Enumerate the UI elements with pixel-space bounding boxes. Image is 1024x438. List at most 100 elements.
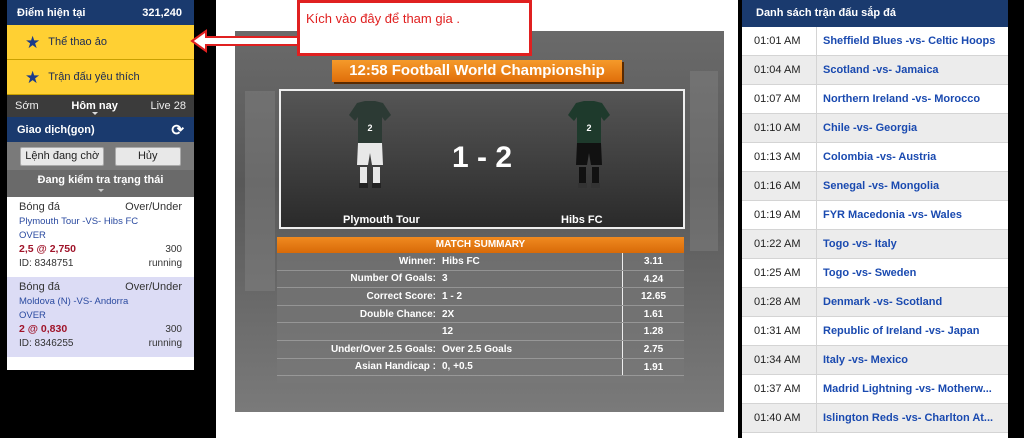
summary-row: Correct Score: 1 - 2 12.65 xyxy=(277,288,684,306)
match-link[interactable]: Northern Ireland -vs- Morocco xyxy=(816,85,1008,113)
star-icon: ★ xyxy=(25,67,41,87)
match-summary: MATCH SUMMARY Winner: Hibs FC 3.11 Number … xyxy=(277,237,684,383)
bet-sport: Bóng đá xyxy=(19,281,60,293)
summary-label: Number Of Goals: xyxy=(350,273,436,285)
upcoming-matches-list: 01:01 AM Sheffield Blues -vs- Celtic Hoop… xyxy=(742,27,1008,433)
tab-today[interactable]: Hôm nay xyxy=(71,100,118,115)
match-time: 01:31 AM xyxy=(754,325,801,337)
match-link[interactable]: Italy -vs- Mexico xyxy=(816,346,1008,374)
home-shirt-number: 2 xyxy=(367,123,372,133)
match-row[interactable]: 01:22 AM Togo -vs- Italy xyxy=(742,230,1008,259)
match-row[interactable]: 01:28 AM Denmark -vs- Scotland xyxy=(742,288,1008,317)
match-row[interactable]: 01:40 AM Islington Reds -vs- Charlton At.… xyxy=(742,404,1008,433)
background-building xyxy=(245,91,275,291)
summary-odds: 12.65 xyxy=(622,288,684,305)
match-link[interactable]: Togo -vs- Italy xyxy=(816,230,1008,258)
match-row[interactable]: 01:37 AM Madrid Lightning -vs- Motherw... xyxy=(742,375,1008,404)
match-link[interactable]: Senegal -vs- Mongolia xyxy=(816,172,1008,200)
match-link[interactable]: Colombia -vs- Austria xyxy=(816,143,1008,171)
join-callout[interactable]: Kích vào đây để tham gia . xyxy=(297,0,532,56)
time-tabs: Sớm Hôm nay Live 28 xyxy=(7,95,194,117)
bet-odds: 2 @ 0,830 xyxy=(19,323,68,335)
summary-odds: 4.24 xyxy=(622,270,684,288)
cancel-button[interactable]: Hủy xyxy=(114,146,181,166)
match-link[interactable]: FYR Macedonia -vs- Wales xyxy=(816,201,1008,229)
balance-bar: Điểm hiện tại 321,240 xyxy=(7,0,194,25)
summary-value: 3 xyxy=(442,273,448,285)
favorite-matches-link[interactable]: ★ Trận đấu yêu thích xyxy=(7,60,194,95)
match-row[interactable]: 01:01 AM Sheffield Blues -vs- Celtic Hoop… xyxy=(742,27,1008,56)
bet-line: 2,5 xyxy=(19,243,34,255)
game-viewport[interactable]: 12:58 Football World Championship 2 2 1 … xyxy=(235,31,724,412)
match-time: 01:07 AM xyxy=(754,93,801,105)
background-building xyxy=(690,71,718,251)
bet-match: Plymouth Tour -VS- Hibs FC xyxy=(19,215,139,227)
match-time: 01:01 AM xyxy=(754,35,801,47)
match-link[interactable]: Togo -vs- Sweden xyxy=(816,259,1008,287)
balance-label: Điểm hiện tại xyxy=(17,6,86,19)
trade-buttons: Lệnh đang chờ Hủy xyxy=(7,142,194,170)
match-row[interactable]: 01:16 AM Senegal -vs- Mongolia xyxy=(742,172,1008,201)
match-link[interactable]: Chile -vs- Georgia xyxy=(816,114,1008,142)
summary-odds: 1.91 xyxy=(622,358,684,376)
bet-price: 0,830 xyxy=(40,323,68,335)
summary-value: 12 xyxy=(442,326,454,338)
summary-row: Winner: Hibs FC 3.11 xyxy=(277,253,684,271)
favorite-matches-label: Trận đấu yêu thích xyxy=(48,71,140,83)
match-time: 01:04 AM xyxy=(754,64,801,76)
match-row[interactable]: 01:07 AM Northern Ireland -vs- Morocco xyxy=(742,85,1008,114)
arrow-left-icon xyxy=(190,29,299,53)
refresh-icon[interactable]: ⟳ xyxy=(171,121,184,139)
status-check-bar[interactable]: Đang kiểm tra trạng thái xyxy=(7,170,194,197)
match-row[interactable]: 01:34 AM Italy -vs- Mexico xyxy=(742,346,1008,375)
summary-value: Over 2.5 Goals xyxy=(442,343,513,355)
match-row[interactable]: 01:04 AM Scotland -vs- Jamaica xyxy=(742,56,1008,85)
pending-orders-button[interactable]: Lệnh đang chờ xyxy=(20,146,105,166)
virtual-sports-link[interactable]: ★ Thể thao ảo xyxy=(7,25,194,60)
match-row[interactable]: 01:10 AM Chile -vs- Georgia xyxy=(742,114,1008,143)
tab-live[interactable]: Live 28 xyxy=(151,100,186,112)
bet-stake: 300 xyxy=(165,323,182,335)
bet-selection: OVER xyxy=(19,309,46,321)
summary-odds: 2.75 xyxy=(622,340,684,358)
bet-market: Over/Under xyxy=(125,281,182,293)
summary-row: 12 1.28 xyxy=(277,323,684,341)
match-link[interactable]: Denmark -vs- Scotland xyxy=(816,288,1008,316)
game-area: 12:58 Football World Championship 2 2 1 … xyxy=(216,0,738,438)
game-title: 12:58 Football World Championship xyxy=(332,60,622,82)
summary-odds: 1.28 xyxy=(622,323,684,340)
match-time: 01:34 AM xyxy=(754,354,801,366)
match-row[interactable]: 01:25 AM Togo -vs- Sweden xyxy=(742,259,1008,288)
match-link[interactable]: Islington Reds -vs- Charlton At... xyxy=(816,404,1008,432)
summary-row: Double Chance: 2X 1.61 xyxy=(277,305,684,324)
bet-ticket: Bóng đá Over/Under Plymouth Tour -VS- Hib… xyxy=(7,197,194,277)
balance-value: 321,240 xyxy=(142,6,182,19)
bet-match: Moldova (N) -VS- Andorra xyxy=(19,295,129,307)
bet-id: ID: 8348751 xyxy=(19,257,74,269)
trade-header: Giao dịch(gọn) ⟳ xyxy=(7,117,194,142)
tab-early[interactable]: Sớm xyxy=(15,100,39,112)
bet-sport: Bóng đá xyxy=(19,201,60,213)
bet-market: Over/Under xyxy=(125,201,182,213)
summary-row: Asian Handicap : 0, +0.5 1.91 xyxy=(277,358,684,377)
match-link[interactable]: Scotland -vs- Jamaica xyxy=(816,56,1008,84)
upcoming-matches-panel: Danh sách trận đấu sắp đá 01:01 AM Sheffi… xyxy=(742,0,1008,438)
match-time: 01:16 AM xyxy=(754,180,801,192)
summary-value: 2X xyxy=(442,308,455,320)
scoreboard: 2 2 1 - 2 Plymouth Tour Hibs FC xyxy=(279,89,685,229)
summary-value: Hibs FC xyxy=(442,255,480,267)
match-link[interactable]: Republic of Ireland -vs- Japan xyxy=(816,317,1008,345)
match-link[interactable]: Madrid Lightning -vs- Motherw... xyxy=(816,375,1008,403)
match-row[interactable]: 01:13 AM Colombia -vs- Austria xyxy=(742,143,1008,172)
match-link[interactable]: Sheffield Blues -vs- Celtic Hoops xyxy=(816,27,1008,55)
trade-label: Giao dịch(gọn) xyxy=(17,123,95,136)
match-row[interactable]: 01:19 AM FYR Macedonia -vs- Wales xyxy=(742,201,1008,230)
match-row[interactable]: 01:31 AM Republic of Ireland -vs- Japan xyxy=(742,317,1008,346)
bet-selection: OVER xyxy=(19,229,46,241)
bet-price: 2,750 xyxy=(49,243,76,255)
star-icon: ★ xyxy=(25,32,41,52)
bet-status: running xyxy=(148,257,182,269)
match-time: 01:22 AM xyxy=(754,238,801,250)
summary-title: MATCH SUMMARY xyxy=(277,237,684,253)
summary-odds: 3.11 xyxy=(622,253,684,270)
